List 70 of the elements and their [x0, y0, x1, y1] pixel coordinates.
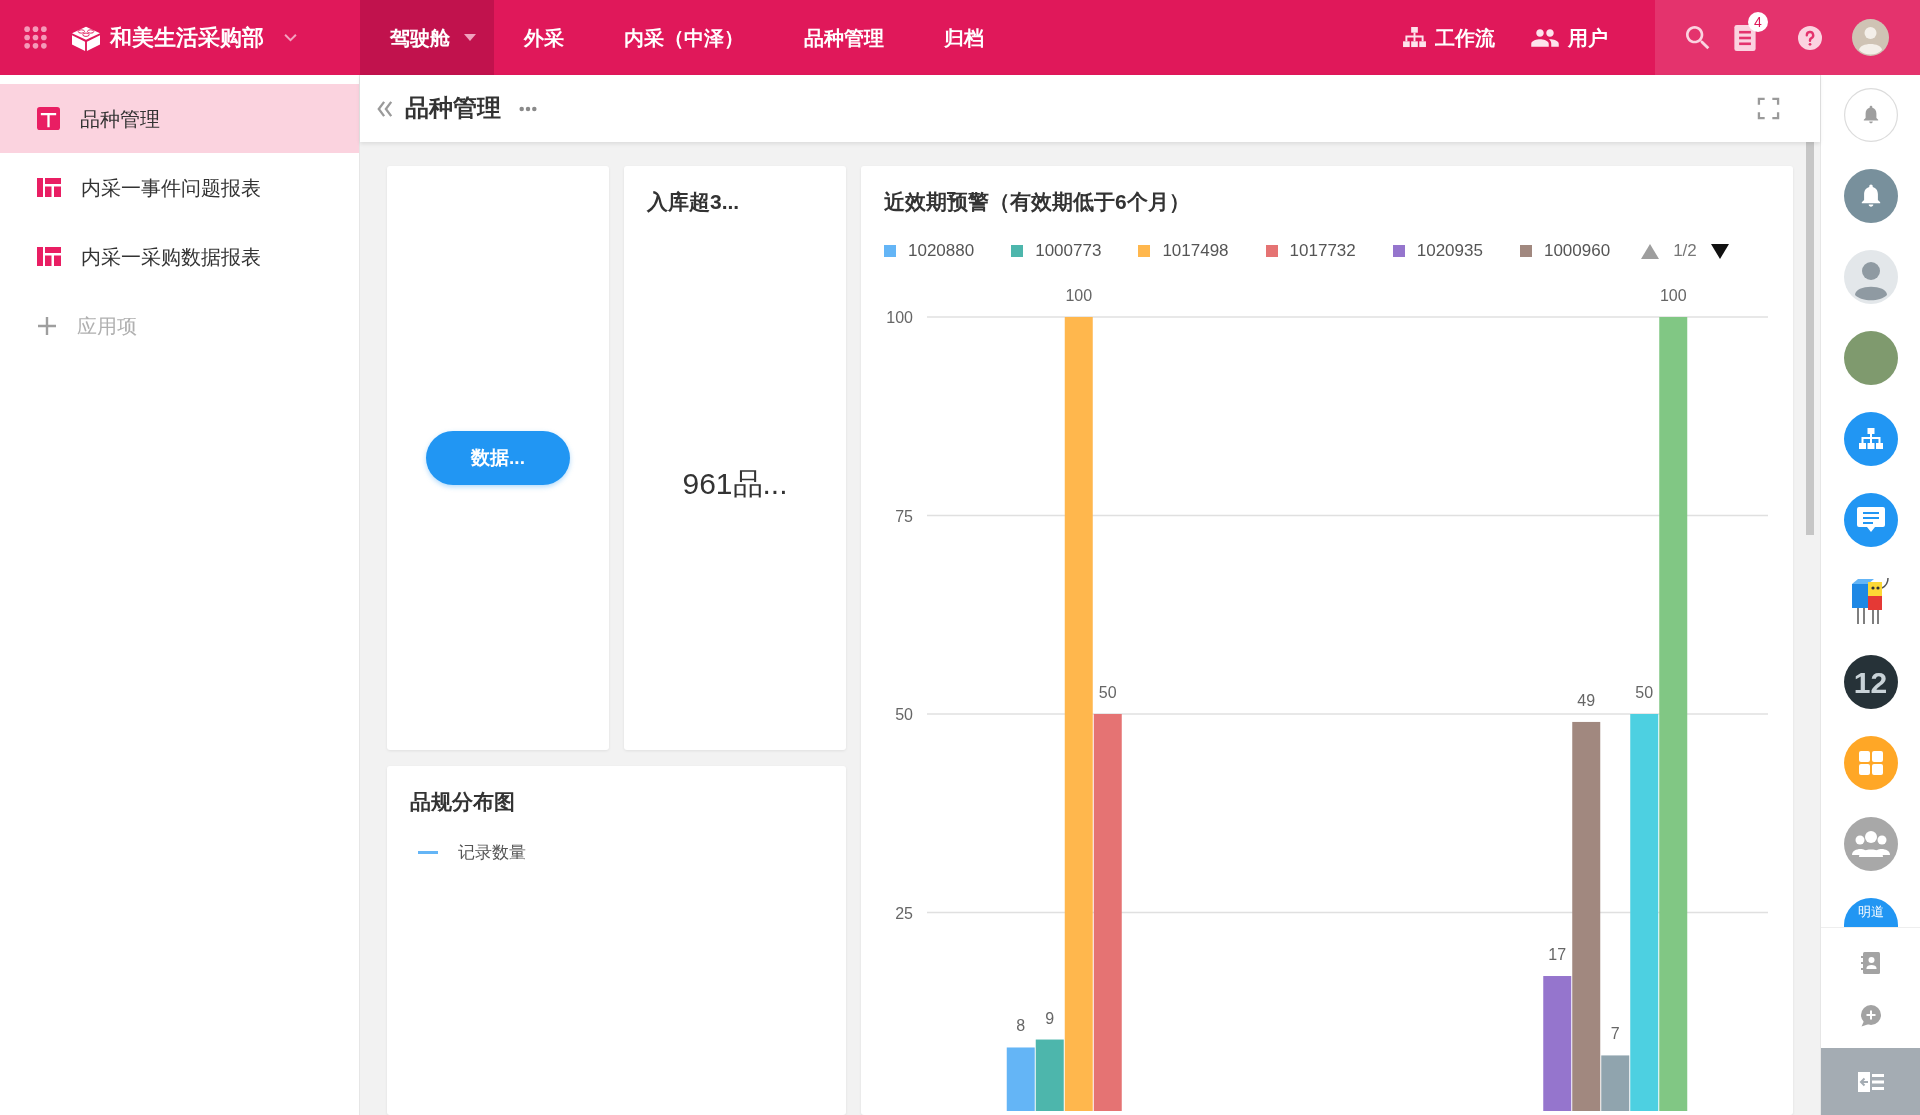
avatar-icon[interactable] [1852, 19, 1889, 56]
axis-label: 25 [895, 904, 913, 922]
page-down-icon[interactable] [1710, 243, 1729, 259]
apps-icon[interactable] [24, 26, 47, 49]
chevron-down-icon[interactable] [283, 33, 298, 42]
photo-placeholder[interactable] [1843, 331, 1898, 385]
notification-count: 4 [1748, 11, 1768, 32]
value-label: 100 [1065, 287, 1093, 304]
nav-link[interactable]: 工作流 [1403, 22, 1495, 53]
card-title: 入库超3... [646, 189, 741, 215]
people-icon [1531, 27, 1559, 48]
dashboard-icon [37, 247, 61, 266]
sidebar-item[interactable]: 品种管理 [0, 84, 359, 153]
bell-icon[interactable] [1843, 88, 1898, 142]
add-chat-icon[interactable] [1859, 1004, 1882, 1027]
value-label: 7 [1610, 1025, 1620, 1043]
sidebar-item[interactable]: 内采一事件问题报表 [0, 153, 359, 222]
nav-tab[interactable]: 内采（中泽） [594, 0, 774, 75]
app-shortcut[interactable]: 12 [1843, 655, 1898, 709]
grid-icon[interactable] [1843, 736, 1898, 790]
axis-label: 100 [886, 309, 913, 326]
value-label: 100 [1659, 287, 1687, 304]
dashboard-icon [37, 178, 61, 197]
group-icon[interactable] [1843, 817, 1898, 871]
stat-value: 961品... [682, 465, 788, 502]
value-label: 17 [1548, 946, 1567, 963]
value-label: 50 [1098, 684, 1117, 701]
scrollbar[interactable] [1806, 142, 1814, 535]
axis-label: 50 [895, 706, 913, 723]
chart-title: 近效期预警（有效期低于6个月） [883, 189, 1191, 215]
collapse-icon[interactable] [377, 99, 393, 118]
legend-label: 1020880 [908, 240, 975, 263]
legend-label: 记录数量 [458, 842, 526, 864]
value-label: 9 [1045, 1009, 1055, 1027]
legend-label: 1017732 [1289, 240, 1356, 263]
data-button[interactable]: 数据... [426, 431, 570, 485]
axis-label: 75 [895, 507, 913, 525]
sitemap-icon[interactable] [1843, 412, 1898, 466]
bell-icon[interactable] [1843, 169, 1898, 223]
nav-tab[interactable]: 外采 [494, 0, 594, 75]
page-indicator: 1/2 [1673, 240, 1697, 263]
page-title: 品种管理 [405, 94, 501, 123]
contacts-icon[interactable] [1859, 951, 1882, 975]
help-icon[interactable] [1798, 25, 1822, 50]
more-icon[interactable] [519, 105, 537, 112]
arrow-list-icon [1857, 1071, 1884, 1092]
chart-title: 品规分布图 [409, 789, 516, 815]
value-label: 49 [1577, 691, 1596, 709]
plus-icon [37, 315, 57, 336]
layout-icon [37, 107, 60, 130]
value-label: 8 [1016, 1017, 1026, 1035]
fullscreen-icon[interactable] [1757, 97, 1780, 120]
legend-label: 1000960 [1543, 240, 1611, 263]
sidebar-item[interactable]: 内采一采购数据报表 [0, 222, 359, 291]
legend-label: 1017498 [1162, 240, 1229, 263]
legend-label: 1020935 [1416, 240, 1483, 263]
value-label: 50 [1635, 684, 1654, 701]
avatar-icon[interactable] [1843, 250, 1898, 304]
nav-tab[interactable]: 品种管理 [774, 0, 914, 75]
bar [1006, 1047, 1035, 1111]
legend-label: 1000773 [1035, 240, 1102, 263]
chat-icon[interactable] [1843, 493, 1898, 547]
search-icon[interactable] [1686, 25, 1710, 50]
nav-tab[interactable]: 驾驶舱 [360, 0, 494, 75]
nav-link[interactable]: 用户 [1531, 22, 1608, 53]
sitemap-icon [1403, 27, 1426, 48]
app-shortcut[interactable]: 明道 [1843, 898, 1898, 927]
nav-tab[interactable]: 归档 [914, 0, 1014, 75]
collapse-panel-button[interactable] [1821, 1048, 1920, 1115]
organization-name[interactable]: 和美生活采购部 [110, 21, 264, 54]
